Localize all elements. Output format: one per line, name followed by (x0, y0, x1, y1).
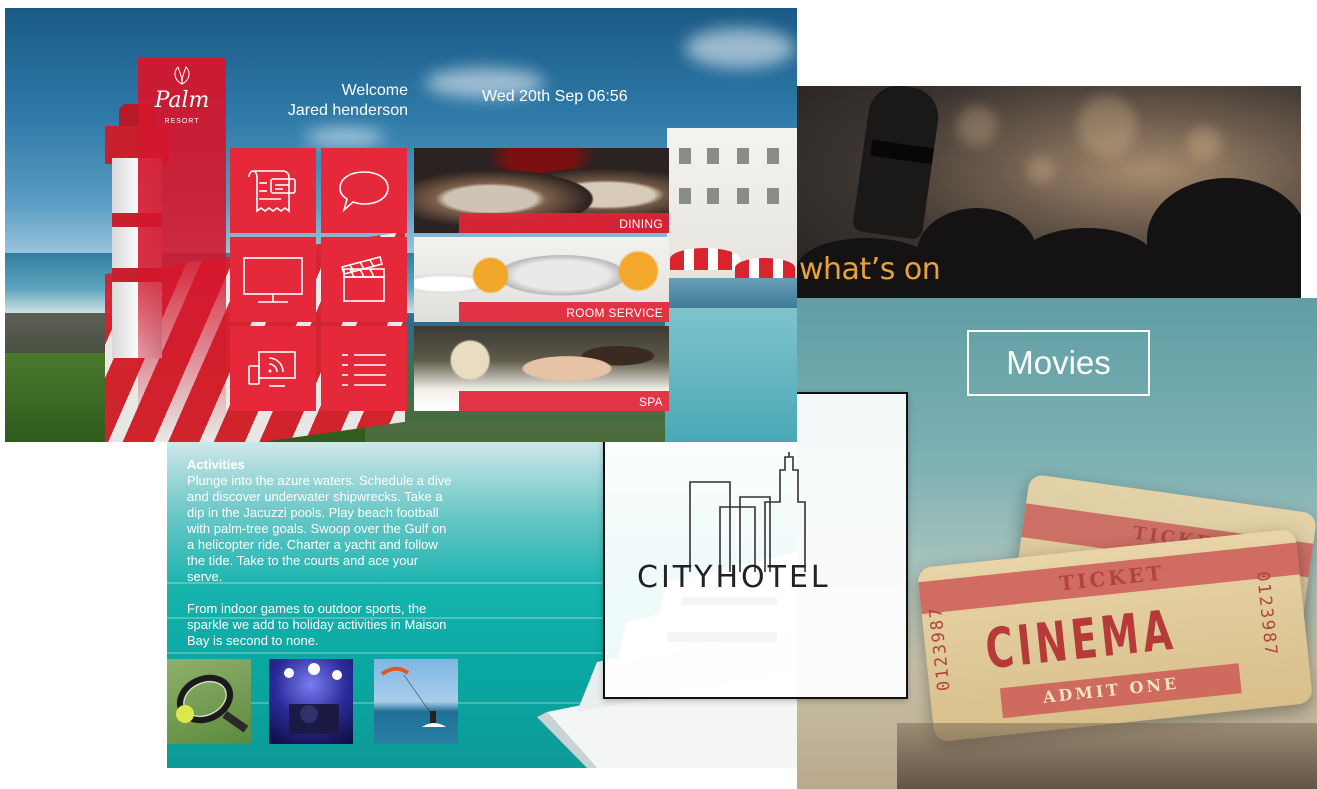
room-service-label: ROOM SERVICE (566, 306, 663, 320)
movies-title: Movies (1006, 344, 1111, 381)
promo-collage: what’s on Movies TICKET TICKET CINEMA AD… (0, 0, 1317, 789)
tile-messages[interactable] (321, 148, 407, 233)
tile-dining[interactable]: DINING (414, 148, 669, 233)
palm-resort-logo-strip[interactable]: Palm RESORT (138, 58, 226, 438)
thumbnail-concert[interactable] (269, 659, 353, 744)
palm-logo-subtitle: RESORT (164, 118, 200, 125)
kitesurfer-icon (380, 666, 446, 727)
guest-name: Jared henderson (287, 102, 408, 119)
ticket-front: TICKET CINEMA ADMIT ONE 0123987 0123987 (916, 528, 1314, 743)
tile-menu[interactable] (321, 326, 407, 411)
ticket-serial-left: 0123987 (925, 604, 955, 692)
city-hotel-wordmark: CITYHOTEL (637, 560, 831, 595)
clapperboard-icon (341, 255, 385, 302)
whats-on-title: what’s on (799, 252, 941, 287)
ticket-main-label: CINEMA (982, 597, 1180, 682)
tile-spa[interactable]: SPA (414, 326, 669, 411)
spa-label: SPA (638, 395, 663, 409)
concert-lights-icon (284, 663, 342, 734)
list-icon (342, 353, 386, 386)
activities-description: Activities Plunge into the azure waters.… (187, 457, 455, 649)
ticket-serial-right: 0123987 (1251, 570, 1281, 658)
pool-illustration (665, 308, 797, 442)
movies-title-box: Movies (967, 330, 1150, 396)
welcome-message: Welcome Jared henderson (260, 81, 408, 121)
date-time-display: Wed 20th Sep 06:56 (482, 88, 628, 105)
palm-resort-home-screen: Palm RESORT Welcome Jared henderson Wed … (5, 8, 797, 442)
activities-title: Activities (187, 457, 245, 472)
activities-paragraph-1: Plunge into the azure waters. Schedule a… (187, 473, 452, 584)
thumbnail-tennis[interactable] (167, 659, 251, 744)
thumbnail-kitesurf[interactable] (374, 659, 458, 744)
welcome-greeting: Welcome (341, 82, 408, 99)
tv-icon (243, 256, 303, 303)
activities-paragraph-2: From indoor games to outdoor sports, the… (187, 601, 447, 648)
tile-movies[interactable] (321, 237, 407, 322)
dining-label: DINING (619, 217, 663, 231)
palm-leaf-icon (174, 66, 190, 85)
tennis-racket-icon (176, 674, 249, 733)
palm-logo-wordmark: Palm (154, 88, 210, 113)
cast-icon (248, 350, 296, 387)
tile-cast[interactable] (230, 326, 316, 411)
tile-bill[interactable] (230, 148, 316, 233)
chat-bubble-icon (339, 170, 389, 212)
city-skyline-icon (689, 452, 806, 572)
tile-room-service[interactable]: ROOM SERVICE (414, 237, 669, 322)
receipt-icon (248, 169, 296, 213)
tile-tv[interactable] (230, 237, 316, 322)
